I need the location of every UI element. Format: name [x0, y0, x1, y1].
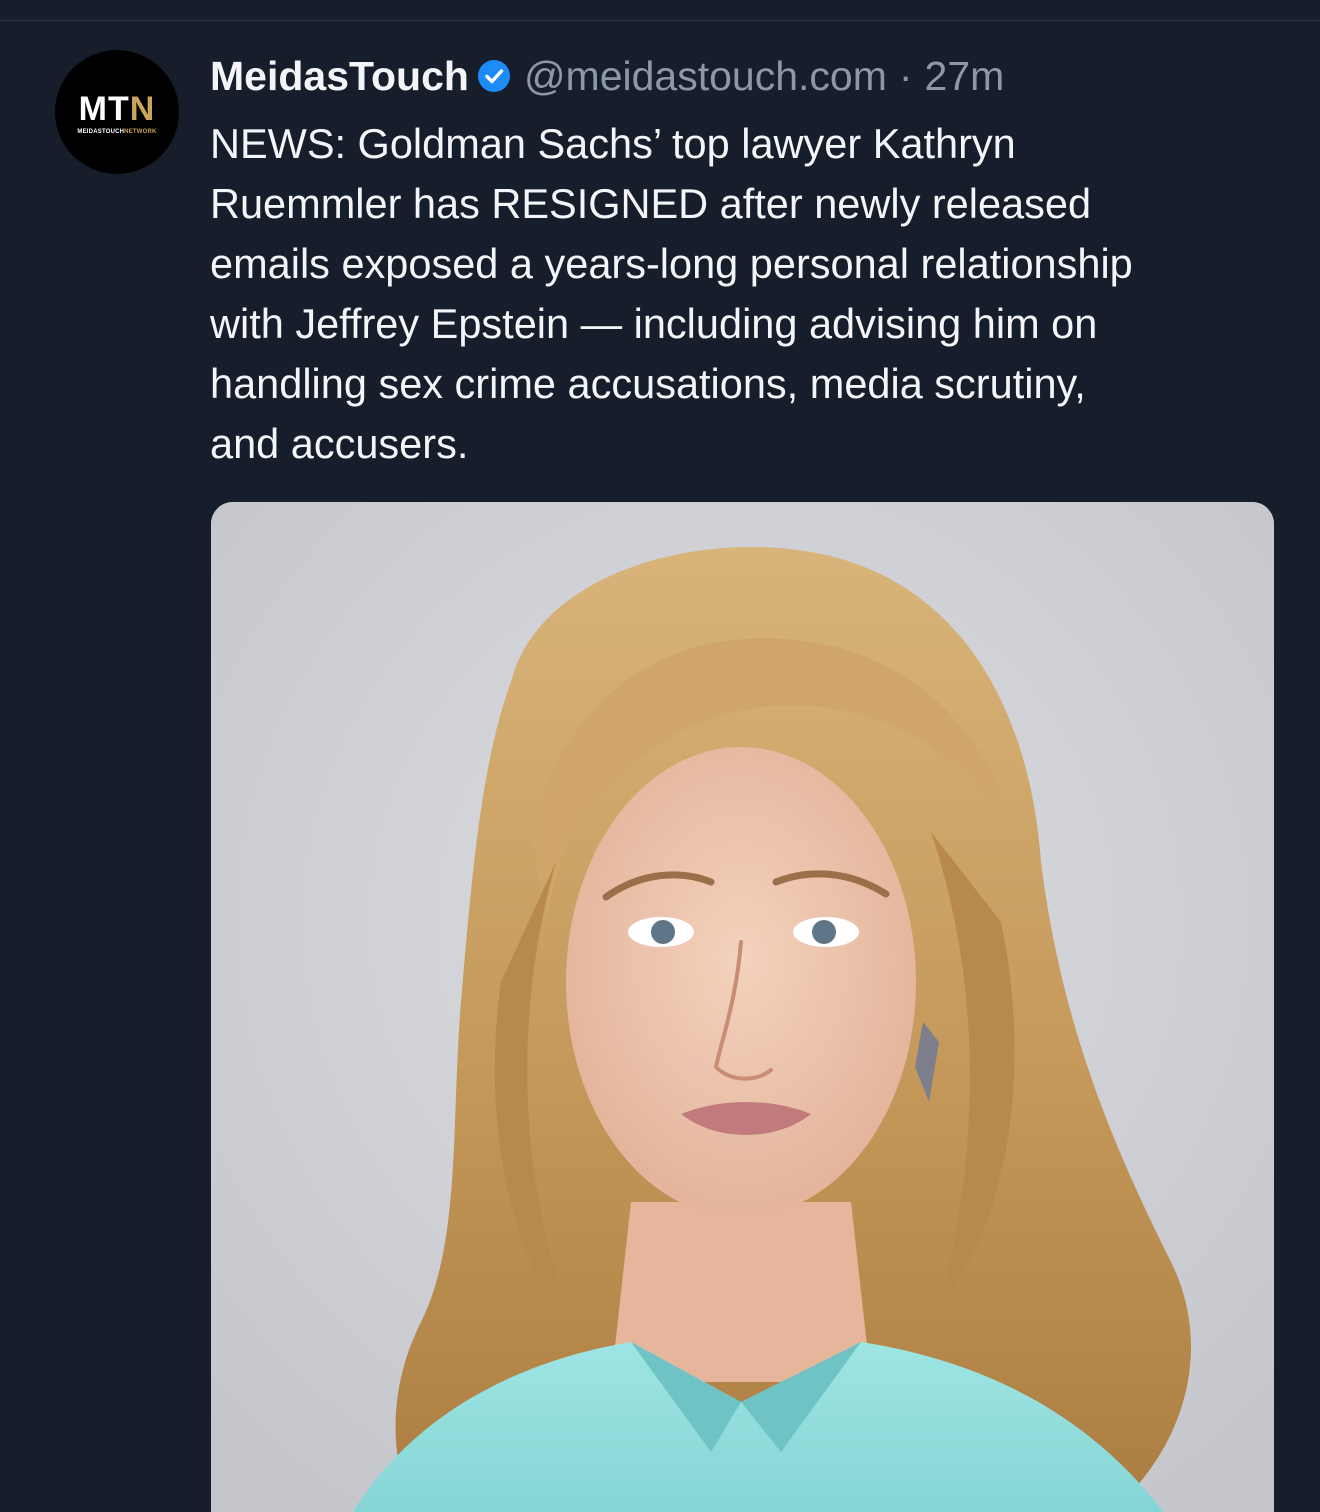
post-text: NEWS: Goldman Sachs’ top lawyer Kathryn …: [210, 114, 1290, 474]
post-card[interactable]: MTN MEIDASTOUCHNETWORK MeidasTouch @meid…: [0, 0, 1320, 1512]
portrait-photo-icon: [211, 502, 1274, 1512]
post-text-line: NEWS: Goldman Sachs’ top lawyer Kathryn: [210, 120, 1016, 167]
post-header: MeidasTouch @meidastouch.com · 27m: [210, 48, 1004, 104]
post-text-line: and accusers.: [210, 420, 469, 467]
avatar[interactable]: MTN MEIDASTOUCHNETWORK: [55, 50, 179, 174]
post-timestamp[interactable]: 27m: [925, 53, 1005, 100]
divider: [0, 20, 1320, 21]
post-text-line: Ruemmler has RESIGNED after newly releas…: [210, 180, 1092, 227]
post-text-line: with Jeffrey Epstein — including advisin…: [210, 300, 1098, 347]
post-text-line: handling sex crime accusations, media sc…: [210, 360, 1086, 407]
author-handle[interactable]: @meidastouch.com: [524, 53, 887, 100]
post-text-line: emails exposed a years-long personal rel…: [210, 240, 1133, 287]
verified-badge-icon: [477, 59, 511, 93]
author-display-name[interactable]: MeidasTouch: [210, 53, 469, 100]
header-separator: ·: [898, 52, 913, 99]
avatar-logo-subline: MEIDASTOUCHNETWORK: [77, 128, 157, 135]
avatar-logo-mark: MTN: [78, 89, 156, 128]
post-media-photo[interactable]: [211, 502, 1274, 1512]
